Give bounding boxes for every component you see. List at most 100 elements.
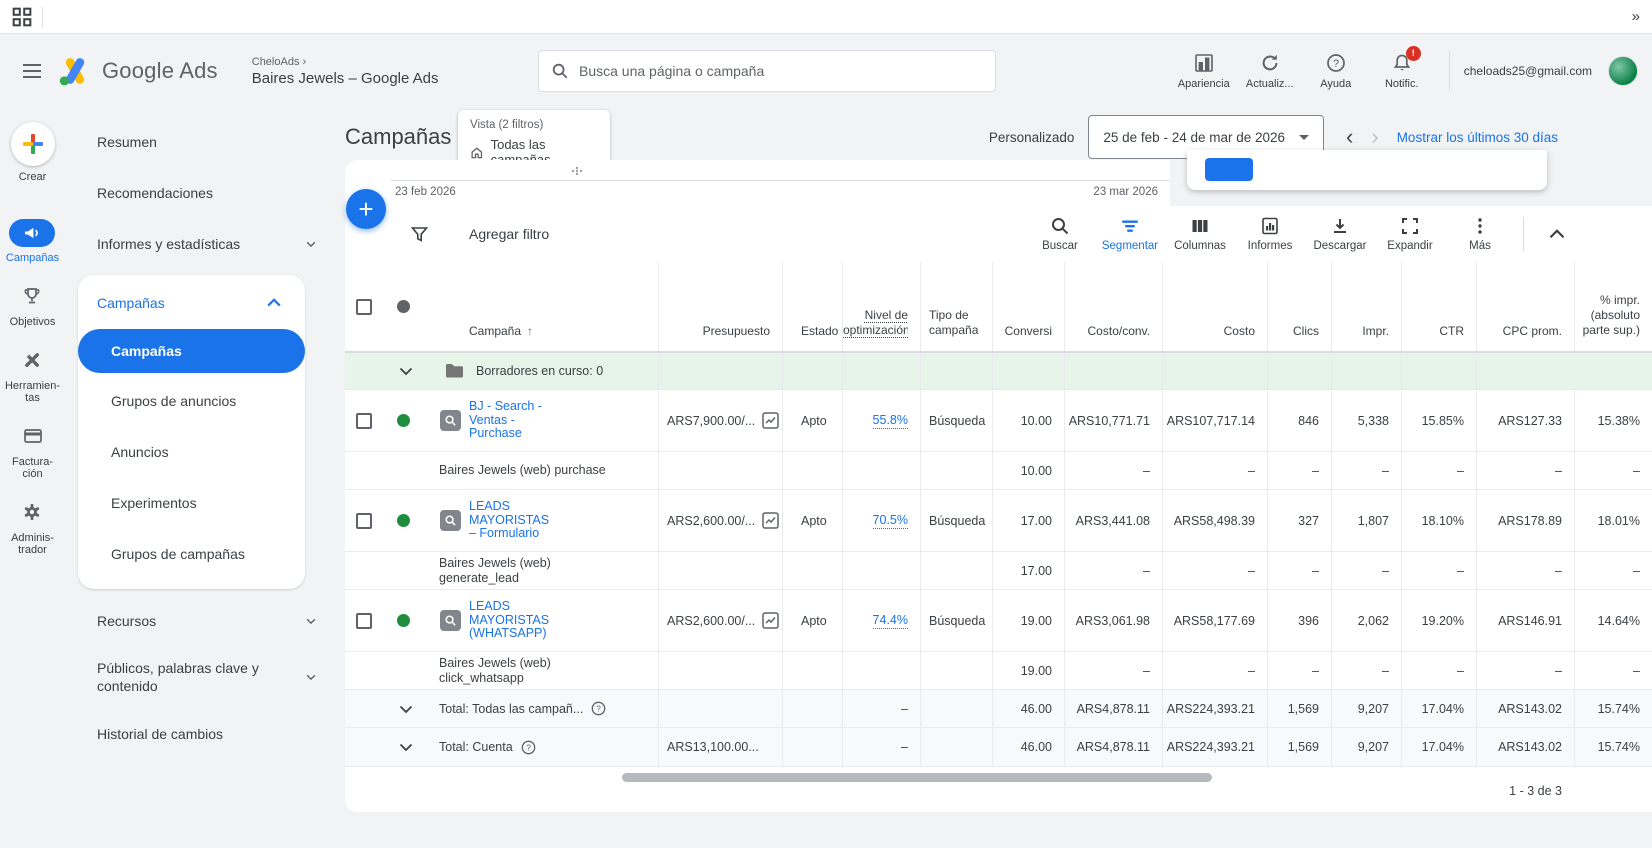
campaign-name-link[interactable]: BJ - Search - Ventas - Purchase xyxy=(469,400,551,441)
optimization-score-link[interactable]: 70.5% xyxy=(872,513,908,529)
nav-sub-anuncios[interactable]: Anuncios xyxy=(78,426,305,477)
icon-rail: Crear Campañas Objetivos Herramien- tas … xyxy=(0,108,65,848)
apps-grid-icon[interactable] xyxy=(12,7,32,27)
menu-icon[interactable] xyxy=(20,59,44,83)
tipo-value: Búsqueda xyxy=(920,490,992,551)
nav-sub-campanas[interactable]: Campañas xyxy=(78,329,305,373)
header-campana[interactable]: Campaña ↑ xyxy=(423,262,658,351)
header-impr[interactable]: Impr. xyxy=(1331,262,1401,351)
header-clics[interactable]: Clics xyxy=(1267,262,1331,351)
horizontal-scrollbar[interactable] xyxy=(622,773,1212,782)
help-button[interactable]: ? Ayuda xyxy=(1303,53,1369,90)
header-estado[interactable]: Estado xyxy=(782,262,842,351)
row-checkbox[interactable] xyxy=(356,412,372,429)
help-circle-icon[interactable]: ? xyxy=(521,740,536,755)
date-next-button[interactable]: › xyxy=(1371,124,1378,150)
segment-button[interactable]: Segmentar xyxy=(1095,216,1165,252)
budget-value[interactable]: ARS2,600.00/... xyxy=(667,614,755,628)
row-checkbox[interactable] xyxy=(356,612,372,629)
nav-sub-grupos-campanas[interactable]: Grupos de campañas xyxy=(78,528,305,579)
impr-total: 9,207 xyxy=(1331,690,1401,727)
help-circle-icon[interactable]: ? xyxy=(591,701,606,716)
show-last-30-link[interactable]: Mostrar los últimos 30 días xyxy=(1397,130,1558,145)
status-enabled-dot[interactable] xyxy=(396,414,410,427)
panel-primary-button[interactable] xyxy=(1205,158,1253,181)
rail-item-admin[interactable]: Adminis- trador xyxy=(11,502,54,556)
header-presupuesto[interactable]: Presupuesto xyxy=(658,262,782,351)
add-filter-button[interactable]: Agregar filtro xyxy=(469,226,549,242)
rail-item-billing[interactable]: Factura- ción xyxy=(12,426,53,480)
columns-button[interactable]: Columnas xyxy=(1165,216,1235,252)
row-checkbox[interactable] xyxy=(356,512,372,529)
status-enabled-dot[interactable] xyxy=(396,614,410,627)
status-filter-dot[interactable] xyxy=(396,300,410,313)
add-campaign-button[interactable]: + xyxy=(346,189,386,229)
impr-value: 5,338 xyxy=(1331,390,1401,451)
search-campaign-icon xyxy=(440,610,461,631)
search-input[interactable] xyxy=(579,63,983,79)
download-button[interactable]: Descargar xyxy=(1305,216,1375,252)
clics-value: 396 xyxy=(1267,590,1331,651)
google-ads-logo[interactable]: Google Ads xyxy=(58,55,218,87)
reports-button[interactable]: Informes xyxy=(1235,216,1305,252)
collapsed-chart-panel: 23 feb 2026 23 mar 2026 xyxy=(345,160,1170,206)
collapse-toolbar-icon[interactable] xyxy=(1544,221,1570,247)
rail-item-tools[interactable]: Herramien- tas xyxy=(5,350,60,404)
budget-chart-icon[interactable] xyxy=(762,512,780,529)
campaign-name-link[interactable]: LEADS MAYORISTAS – Formulario xyxy=(469,500,551,541)
header-cpc-prom[interactable]: CPC prom. xyxy=(1476,262,1574,351)
header-costo-conv[interactable]: Costo/conv. xyxy=(1064,262,1162,351)
date-prev-button[interactable]: ‹ xyxy=(1346,124,1353,150)
search-table-button[interactable]: Buscar xyxy=(1025,216,1095,252)
notifications-button[interactable]: ! Notific. xyxy=(1369,45,1435,90)
budget-chart-icon[interactable] xyxy=(762,412,780,429)
header-impr-abs[interactable]: % impr. (absoluto parte sup.) xyxy=(1574,262,1652,351)
select-all-checkbox[interactable] xyxy=(356,298,372,315)
nav-item-informes[interactable]: Informes y estadísticas xyxy=(65,218,345,269)
dash: – xyxy=(1476,452,1574,489)
chevron-down-icon[interactable] xyxy=(397,362,415,380)
create-button[interactable]: Crear xyxy=(10,122,55,183)
expand-button[interactable]: Expandir xyxy=(1375,216,1445,252)
more-button[interactable]: Más xyxy=(1445,216,1515,252)
account-email[interactable]: cheloads25@gmail.com xyxy=(1464,64,1592,78)
account-breadcrumb[interactable]: CheloAds › Baires Jewels – Google Ads xyxy=(252,56,439,87)
rail-item-campaigns[interactable]: Campañas xyxy=(6,219,59,264)
drag-handle-icon[interactable] xyxy=(570,166,584,176)
rail-item-goals[interactable]: Objetivos xyxy=(10,286,55,328)
nav-item-recursos[interactable]: Recursos xyxy=(65,595,345,646)
refresh-button[interactable]: Actualiz... xyxy=(1237,53,1303,90)
budget-value[interactable]: ARS7,900.00/... xyxy=(667,414,755,428)
appearance-button[interactable]: Apariencia xyxy=(1171,53,1237,90)
ctr-value: 18.10% xyxy=(1401,490,1476,551)
nav-sub-experimentos[interactable]: Experimentos xyxy=(78,477,305,528)
status-enabled-dot[interactable] xyxy=(396,514,410,527)
header-ctr[interactable]: CTR xyxy=(1401,262,1476,351)
clics-total: 1,569 xyxy=(1267,728,1331,766)
nav-item-historial[interactable]: Historial de cambios xyxy=(65,708,345,759)
header-conversiones[interactable]: Conversi xyxy=(992,262,1064,351)
header-tipo-campana[interactable]: Tipo de campaña xyxy=(920,262,992,351)
nav-item-publicos[interactable]: Públicos, palabras clave y contenido xyxy=(65,646,345,708)
optimization-score-link[interactable]: 55.8% xyxy=(872,413,908,429)
filter-icon[interactable] xyxy=(410,225,429,244)
avatar[interactable] xyxy=(1608,56,1638,86)
header-costo[interactable]: Costo xyxy=(1162,262,1267,351)
chevron-down-icon[interactable] xyxy=(397,738,415,756)
optimization-score-link[interactable]: 74.4% xyxy=(872,613,908,629)
megaphone-icon xyxy=(25,227,39,239)
campaign-name-link[interactable]: LEADS MAYORISTAS (WHATSAPP) xyxy=(469,600,551,641)
header-nivel-optimizacion[interactable]: Nivel de optimización xyxy=(842,262,920,351)
drafts-label: Borradores en curso: 0 xyxy=(476,364,604,378)
dash: – xyxy=(842,728,920,766)
chevron-down-icon[interactable] xyxy=(397,700,415,718)
nav-drawer: Resumen Recomendaciones Informes y estad… xyxy=(65,108,345,848)
nav-item-resumen[interactable]: Resumen xyxy=(65,116,345,167)
budget-chart-icon[interactable] xyxy=(762,612,780,629)
global-search[interactable] xyxy=(538,50,996,92)
nav-sub-grupos-anuncios[interactable]: Grupos de anuncios xyxy=(78,375,305,426)
budget-value[interactable]: ARS2,600.00/... xyxy=(667,514,755,528)
nav-item-recomendaciones[interactable]: Recomendaciones xyxy=(65,167,345,218)
overflow-chevrons[interactable]: » xyxy=(1632,8,1640,25)
nav-group-campanas[interactable]: Campañas xyxy=(78,279,305,327)
